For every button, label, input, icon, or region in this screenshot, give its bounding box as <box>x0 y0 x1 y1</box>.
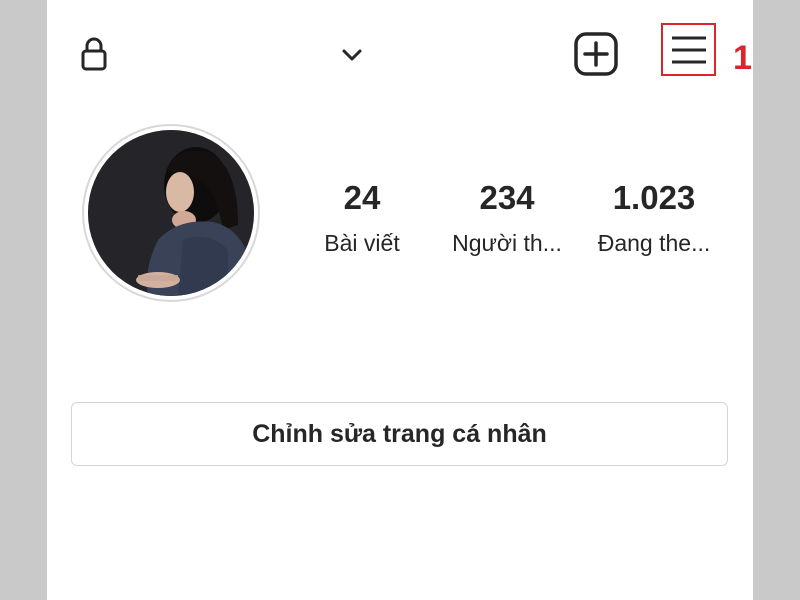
stat-following[interactable]: 1.023 Đang the... <box>579 178 729 258</box>
menu-button[interactable] <box>661 23 716 76</box>
stat-followers[interactable]: 234 Người th... <box>432 178 582 258</box>
stat-posts[interactable]: 24 Bài viết <box>287 178 437 258</box>
plus-square-icon <box>574 32 618 76</box>
following-count: 1.023 <box>612 179 696 216</box>
following-label: Đang the... <box>597 230 711 256</box>
posts-label: Bài viết <box>324 230 400 256</box>
posts-count: 24 <box>343 179 381 216</box>
chevron-down-icon[interactable] <box>340 46 364 64</box>
followers-label: Người th... <box>452 230 562 256</box>
avatar[interactable] <box>82 124 260 302</box>
step-number-label: 1 <box>733 39 752 77</box>
followers-count: 234 <box>479 179 535 216</box>
new-post-button[interactable] <box>572 30 620 78</box>
profile-photo <box>88 130 254 296</box>
hamburger-menu-icon <box>671 36 706 63</box>
edit-profile-button[interactable]: Chỉnh sửa trang cá nhân <box>71 402 728 466</box>
lock-icon <box>80 36 108 72</box>
